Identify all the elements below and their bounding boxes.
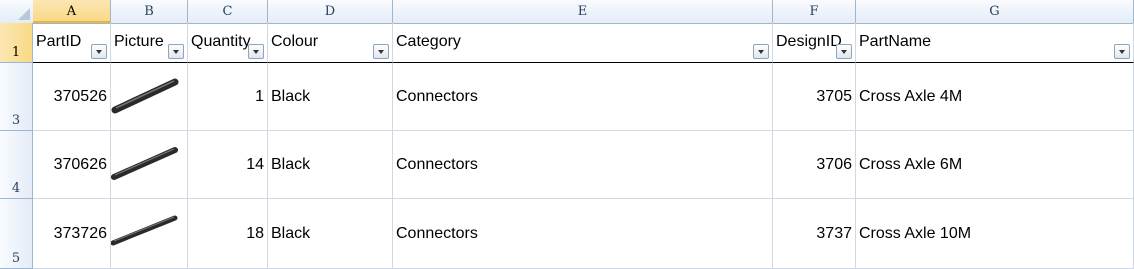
header-cell-quantity[interactable]: Quantity	[188, 23, 268, 63]
cell-partname[interactable]: Cross Axle 4M	[856, 63, 1134, 131]
cell-value: Black	[271, 87, 311, 105]
cell-value: Connectors	[396, 155, 478, 173]
column-header-b[interactable]: B	[111, 0, 188, 23]
column-header-f[interactable]: F	[773, 0, 856, 23]
cell-colour[interactable]: Black	[268, 63, 393, 131]
cell-value: Connectors	[396, 87, 478, 105]
column-header-e[interactable]: E	[393, 0, 773, 23]
cell-partname[interactable]: Cross Axle 6M	[856, 131, 1134, 199]
header-label: DesignID	[776, 33, 842, 50]
cell-category[interactable]: Connectors	[393, 63, 773, 131]
cell-partname[interactable]: Cross Axle 10M	[856, 199, 1134, 269]
header-cell-picture[interactable]: Picture	[111, 23, 188, 63]
cell-picture[interactable]	[111, 199, 188, 269]
cell-quantity[interactable]: 1	[188, 63, 268, 131]
header-cell-category[interactable]: Category	[393, 23, 773, 63]
column-header-g[interactable]: G	[856, 0, 1134, 23]
spreadsheet-grid: A B C D E F G 1 3 4 5 PartID Picture Qua…	[0, 0, 1134, 269]
row-header-5[interactable]: 5	[0, 199, 33, 269]
cell-colour[interactable]: Black	[268, 131, 393, 199]
header-label: Quantity	[191, 33, 251, 50]
column-header-c[interactable]: C	[188, 0, 268, 23]
cell-picture[interactable]	[111, 131, 188, 199]
filter-dropdown-icon[interactable]	[248, 44, 264, 59]
column-header-a[interactable]: A	[33, 0, 111, 23]
header-label: Picture	[114, 33, 164, 50]
cell-partid[interactable]: 370526	[33, 63, 111, 131]
cell-value: Black	[271, 224, 311, 242]
filter-dropdown-icon[interactable]	[373, 44, 389, 59]
header-label: PartName	[859, 33, 932, 50]
filter-dropdown-icon[interactable]	[1114, 44, 1130, 59]
cell-value: Cross Axle 4M	[859, 87, 963, 105]
cross-axle-4m-image-icon	[111, 78, 179, 114]
cell-partid[interactable]: 370626	[33, 131, 111, 199]
cell-value: 370626	[53, 155, 107, 173]
cell-value: Black	[271, 155, 311, 173]
filter-dropdown-icon[interactable]	[753, 44, 769, 59]
cell-value: Connectors	[396, 224, 478, 242]
cell-category[interactable]: Connectors	[393, 131, 773, 199]
cell-picture[interactable]	[111, 63, 188, 131]
cell-value: 14	[246, 155, 264, 173]
cell-designid[interactable]: 3706	[773, 131, 856, 199]
cell-value: 18	[246, 224, 264, 242]
cell-quantity[interactable]: 18	[188, 199, 268, 269]
select-all-triangle-icon	[18, 8, 30, 20]
cell-designid[interactable]: 3737	[773, 199, 856, 269]
row-number: 3	[11, 113, 21, 128]
row-header-4[interactable]: 4	[0, 131, 33, 199]
cell-value: 1	[255, 87, 264, 105]
cell-value: 3705	[816, 87, 852, 105]
filter-dropdown-icon[interactable]	[836, 44, 852, 59]
cell-partid[interactable]: 373726	[33, 199, 111, 269]
cross-axle-10m-image-icon	[111, 215, 178, 246]
cell-colour[interactable]: Black	[268, 199, 393, 269]
cell-value: 370526	[53, 87, 107, 105]
cross-axle-6m-image-icon	[111, 147, 178, 180]
row-number: 5	[11, 251, 21, 266]
filter-dropdown-icon[interactable]	[168, 44, 184, 59]
cell-value: Cross Axle 10M	[859, 224, 972, 242]
cell-value: 373726	[53, 224, 107, 242]
row-header-3[interactable]: 3	[0, 63, 33, 131]
row-number: 1	[11, 45, 21, 60]
cell-quantity[interactable]: 14	[188, 131, 268, 199]
cell-value: 3737	[816, 224, 852, 242]
cell-value: 3706	[816, 155, 852, 173]
header-cell-partid[interactable]: PartID	[33, 23, 111, 63]
row-header-1[interactable]: 1	[0, 23, 33, 63]
column-header-d[interactable]: D	[268, 0, 393, 23]
header-cell-partname[interactable]: PartName	[856, 23, 1134, 63]
header-label: PartID	[36, 33, 82, 50]
cell-value: Cross Axle 6M	[859, 155, 963, 173]
header-label: Colour	[271, 33, 319, 50]
row-number: 4	[11, 181, 21, 196]
header-cell-colour[interactable]: Colour	[268, 23, 393, 63]
select-all-button[interactable]	[0, 0, 34, 23]
cell-category[interactable]: Connectors	[393, 199, 773, 269]
cell-designid[interactable]: 3705	[773, 63, 856, 131]
filter-dropdown-icon[interactable]	[91, 44, 107, 59]
header-cell-designid[interactable]: DesignID	[773, 23, 856, 63]
header-label: Category	[396, 33, 461, 50]
